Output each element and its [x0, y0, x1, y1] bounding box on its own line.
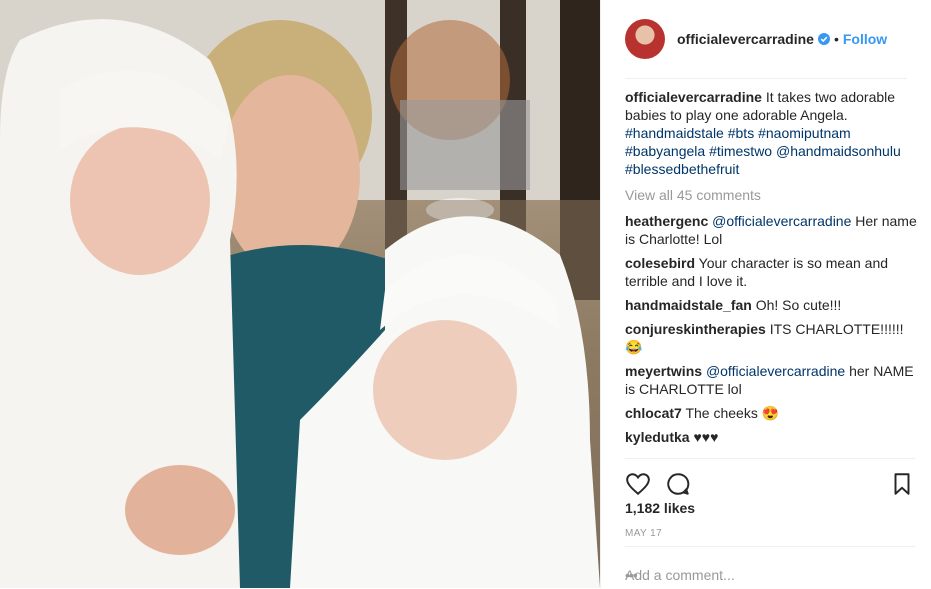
comment-item: handmaidstale_fan Oh! So cute!!!: [625, 296, 917, 314]
avatar[interactable]: [625, 19, 665, 59]
photo-illustration: [0, 0, 600, 588]
comments-list: officialevercarradine It takes two adora…: [625, 88, 917, 452]
separator-dot: •: [833, 31, 839, 47]
likes-count[interactable]: 1,182 likes: [625, 500, 695, 516]
comment-author[interactable]: colesebird: [625, 255, 695, 271]
add-comment-bar: Add a comment... •••: [625, 546, 915, 589]
comment-author[interactable]: chlocat7: [625, 405, 682, 421]
comment-item: conjureskintherapies ITS CHARLOTTE!!!!!!…: [625, 320, 917, 356]
post-sidebar: officialevercarradine • Follow officiale…: [600, 0, 931, 588]
comment-author[interactable]: kyledutka: [625, 429, 690, 445]
comment-mention[interactable]: @officialevercarradine: [712, 213, 851, 229]
instagram-post: officialevercarradine • Follow officiale…: [0, 0, 931, 588]
caption: officialevercarradine It takes two adora…: [625, 88, 917, 178]
heart-icon[interactable]: [625, 471, 651, 497]
caption-hashtags[interactable]: #handmaidstale #bts #naomiputnam #babyan…: [625, 125, 901, 177]
comment-item: colesebird Your character is so mean and…: [625, 254, 917, 290]
comment-bubble-icon[interactable]: [665, 471, 691, 497]
comment-mention[interactable]: @officialevercarradine: [706, 363, 845, 379]
comment-text: Oh! So cute!!!: [751, 297, 842, 313]
comment-item: heathergenc @officialevercarradine Her n…: [625, 212, 917, 248]
post-header: officialevercarradine • Follow: [625, 0, 907, 79]
comment-author[interactable]: conjureskintherapies: [625, 321, 766, 337]
comment-author[interactable]: handmaidstale_fan: [625, 297, 752, 313]
caption-author[interactable]: officialevercarradine: [625, 89, 762, 105]
comment-item: chlocat7 The cheeks 😍: [625, 404, 917, 422]
more-options-icon[interactable]: •••: [625, 567, 911, 583]
author-username[interactable]: officialevercarradine: [677, 31, 814, 47]
comment-author[interactable]: meyertwins: [625, 363, 702, 379]
bookmark-icon[interactable]: [889, 471, 915, 497]
comment-item: kyledutka ♥♥♥: [625, 428, 917, 446]
comment-text: The cheeks 😍: [681, 405, 780, 421]
comment-author[interactable]: heathergenc: [625, 213, 708, 229]
post-date[interactable]: MAY 17: [625, 528, 662, 539]
verified-badge-icon: [817, 33, 830, 45]
follow-button[interactable]: Follow: [843, 31, 887, 47]
comment-text: ♥♥♥: [689, 429, 719, 445]
post-photo[interactable]: [0, 0, 600, 588]
view-all-comments-link[interactable]: View all 45 comments: [625, 186, 917, 204]
comment-item: meyertwins @officialevercarradine her NA…: [625, 362, 917, 398]
